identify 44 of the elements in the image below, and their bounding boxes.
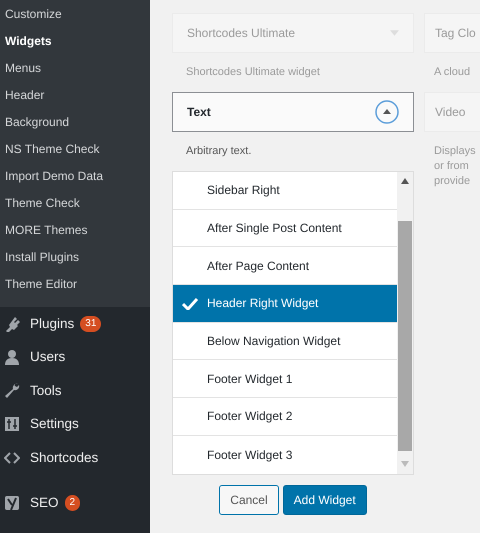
widget-description: Displays or from provide [433, 144, 477, 189]
submenu-item[interactable]: Menus [0, 55, 150, 82]
submenu-item[interactable]: Install Plugins [0, 244, 150, 271]
user-icon [4, 349, 20, 366]
submenu-item[interactable]: Customize [0, 1, 150, 28]
menu-item[interactable]: SEO 2 [0, 486, 150, 520]
add-widget-button[interactable]: Add Widget [282, 484, 367, 514]
submenu-item[interactable]: MORE Themes [0, 217, 150, 244]
code-icon [4, 450, 20, 466]
scrollbar-thumb[interactable] [398, 221, 412, 451]
widget-title: Video [435, 104, 466, 121]
y-logo-icon [4, 495, 20, 512]
menu-item[interactable]: Users [0, 340, 150, 374]
sliders-icon [4, 416, 20, 432]
widget-title: Shortcodes Ultimate [187, 25, 296, 42]
widget-description: A cloud [433, 65, 472, 80]
menu-item[interactable]: Shortcodes [0, 441, 150, 474]
submenu-item[interactable]: Header [0, 82, 150, 109]
scroll-up-icon [401, 178, 409, 184]
submenu-item[interactable]: Import Demo Data [0, 163, 150, 190]
widget-header[interactable]: Text [172, 92, 414, 132]
submenu-item[interactable]: Widgets [0, 28, 150, 55]
submenu-item[interactable]: Background [0, 109, 150, 136]
count-badge: 2 [64, 495, 80, 512]
sidebar-option[interactable]: Footer Widget 3 [173, 436, 397, 474]
widget-title: Tag Clo [435, 25, 476, 42]
scrollbar[interactable] [397, 172, 413, 474]
plug-icon [4, 316, 20, 332]
cancel-button[interactable]: Cancel [219, 484, 279, 514]
menu-item[interactable]: Plugins 31 [0, 307, 150, 340]
widget-description: Arbitrary text. [185, 144, 252, 159]
checkmark-icon [182, 297, 198, 310]
scroll-down-icon [401, 461, 409, 467]
submenu-item[interactable]: NS Theme Check [0, 136, 150, 163]
count-badge: 31 [80, 316, 102, 332]
menu-item[interactable]: Settings [0, 408, 150, 441]
menu-item[interactable]: Tools [0, 374, 150, 408]
widget-description: Shortcodes Ultimate widget [185, 65, 321, 80]
widget-title: Text [187, 104, 211, 121]
sidebar-option[interactable]: Header Right Widget [173, 285, 397, 323]
wrench-icon [4, 382, 20, 399]
submenu-item[interactable]: Theme Editor [0, 271, 150, 298]
collapse-toggle-icon[interactable] [375, 100, 399, 124]
submenu-item[interactable]: Theme Check [0, 190, 150, 217]
